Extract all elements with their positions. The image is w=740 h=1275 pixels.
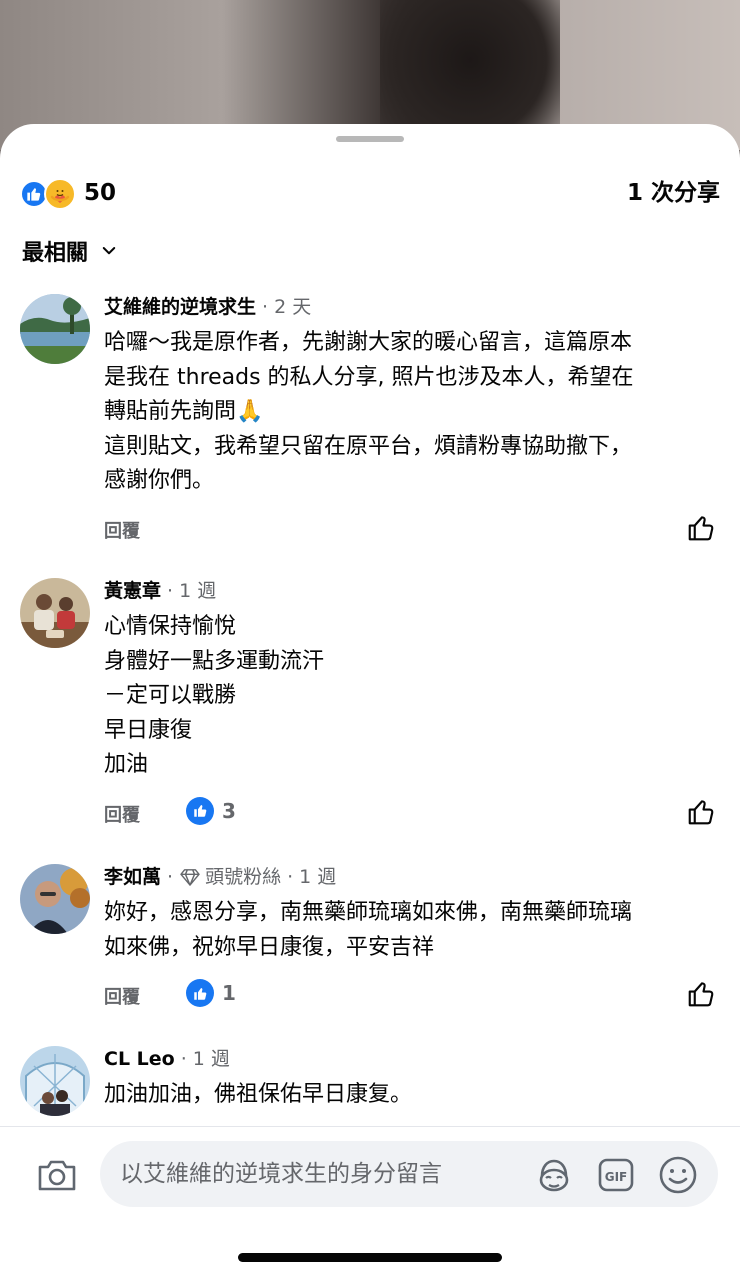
like-button-icon[interactable] bbox=[686, 979, 716, 1009]
svg-text:GIF: GIF bbox=[605, 1170, 628, 1184]
comment-author[interactable]: 李如萬 bbox=[104, 864, 161, 890]
comment-reactions[interactable]: 1 bbox=[186, 979, 236, 1007]
comment-time[interactable]: 1 週 bbox=[179, 578, 216, 604]
separator-dot: · bbox=[262, 296, 269, 318]
sort-label: 最相關 bbox=[22, 241, 89, 266]
camera-icon[interactable] bbox=[36, 1157, 78, 1193]
comment-input-pill[interactable]: GIF bbox=[100, 1141, 718, 1207]
comment-input[interactable] bbox=[120, 1141, 520, 1207]
avatar[interactable] bbox=[20, 578, 90, 648]
comment-text: 心情保持愉悅 身體好一點多運動流汗 －定可以戰勝 早日康復 加油 bbox=[104, 614, 325, 777]
comment-text: 哈囉～我是原作者，先謝謝大家的暖心留言，這篇原本 是我在 threads 的私人… bbox=[104, 330, 634, 493]
avatar[interactable] bbox=[20, 1046, 90, 1116]
like-icon bbox=[186, 796, 214, 825]
gif-icon[interactable]: GIF bbox=[596, 1156, 636, 1194]
reply-button[interactable]: 回覆 bbox=[104, 801, 140, 827]
comment-author[interactable]: 黃憲章 bbox=[104, 578, 161, 604]
reaction-count[interactable]: 50 bbox=[84, 176, 116, 210]
avatar[interactable] bbox=[20, 294, 90, 364]
reaction-icons[interactable] bbox=[20, 178, 82, 210]
reply-button[interactable]: 回覆 bbox=[104, 517, 140, 543]
separator-dot: · bbox=[180, 1048, 187, 1070]
sheet-drag-handle[interactable] bbox=[336, 136, 404, 142]
comment-reactions[interactable]: 3 bbox=[186, 796, 236, 825]
separator-dot: · bbox=[167, 580, 174, 602]
comment-author[interactable]: 艾維維的逆境求生 bbox=[104, 294, 256, 320]
sort-dropdown[interactable]: 最相關 bbox=[22, 234, 118, 268]
chevron-down-icon bbox=[102, 247, 116, 255]
reply-button[interactable]: 回覆 bbox=[104, 983, 140, 1009]
share-count[interactable]: 1 次分享 bbox=[627, 176, 720, 210]
avatar-sticker-icon[interactable] bbox=[534, 1156, 574, 1194]
like-button-icon[interactable] bbox=[686, 797, 716, 827]
comment-time[interactable]: 2 天 bbox=[274, 294, 311, 320]
care-icon bbox=[44, 178, 76, 210]
like-button-icon[interactable] bbox=[686, 513, 716, 543]
comment-text: 妳好，感恩分享，南無藥師琉璃如來佛，南無藥師琉璃 如來佛，祝妳早日康復，平安吉祥 bbox=[104, 900, 633, 960]
comment-composer: GIF bbox=[0, 1126, 740, 1275]
separator-dot: · bbox=[287, 866, 294, 888]
comment-like-count: 3 bbox=[222, 798, 236, 823]
like-icon bbox=[186, 979, 214, 1007]
top-fan-badge: 頭號粉絲 bbox=[205, 866, 282, 888]
comment-author[interactable]: CL Leo bbox=[104, 1046, 175, 1072]
comment-time[interactable]: 1 週 bbox=[299, 864, 336, 890]
home-indicator bbox=[238, 1253, 502, 1262]
comment-text: 加油加油，佛祖保佑早日康复。 bbox=[104, 1082, 413, 1107]
avatar[interactable] bbox=[20, 864, 90, 934]
diamond-icon bbox=[180, 869, 200, 886]
comment-like-count: 1 bbox=[222, 981, 236, 1005]
separator-dot: · bbox=[167, 866, 174, 888]
emoji-icon[interactable] bbox=[658, 1156, 698, 1194]
reaction-stats-row: 50 1 次分享 bbox=[20, 176, 720, 212]
comment-time[interactable]: 1 週 bbox=[193, 1046, 230, 1072]
comments-sheet: 50 1 次分享 最相關 艾維維的逆境求生 · 2 天 哈囉～我是原作者，先謝謝… bbox=[0, 124, 740, 1275]
